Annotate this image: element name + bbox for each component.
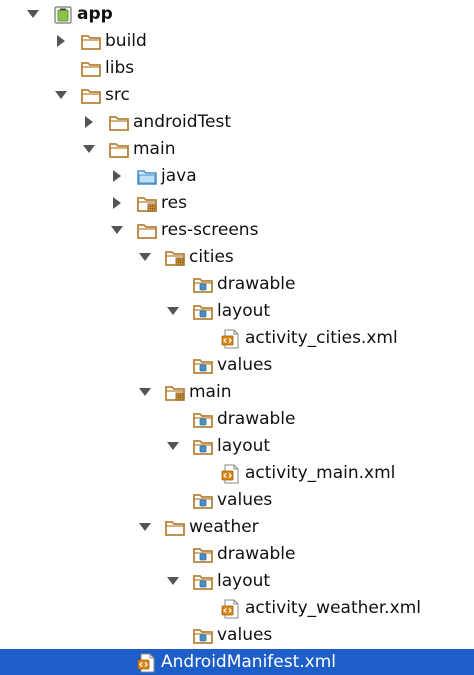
resource-subfolder-icon xyxy=(192,302,214,322)
expand-arrow-down-icon[interactable] xyxy=(138,250,152,264)
expand-arrow-down-icon[interactable] xyxy=(54,88,68,102)
tree-item-label: drawable xyxy=(217,409,296,429)
resource-subfolder-icon xyxy=(192,275,214,295)
tree-row[interactable]: layout xyxy=(0,568,474,595)
tree-item-label: main xyxy=(133,139,176,159)
tree-row[interactable]: drawable xyxy=(0,271,474,298)
tree-item-label: weather xyxy=(189,517,259,537)
tree-item-label: layout xyxy=(217,436,271,456)
tree-item-label: res xyxy=(161,193,187,213)
resource-subfolder-icon xyxy=(192,356,214,376)
folder-icon xyxy=(164,518,186,538)
tree-row[interactable]: androidTest xyxy=(0,109,474,136)
tree-row[interactable]: layout xyxy=(0,433,474,460)
expand-arrow-down-icon[interactable] xyxy=(166,439,180,453)
tree-row[interactable]: main xyxy=(0,379,474,406)
tree-row[interactable]: activity_cities.xml xyxy=(0,325,474,352)
source-folder-icon xyxy=(136,167,158,187)
tree-row[interactable]: app xyxy=(0,1,474,28)
resource-folder-icon xyxy=(164,383,186,403)
resource-subfolder-icon xyxy=(192,626,214,646)
tree-row[interactable]: weather xyxy=(0,514,474,541)
tree-row[interactable]: main xyxy=(0,136,474,163)
tree-row[interactable]: activity_main.xml xyxy=(0,460,474,487)
resource-folder-icon xyxy=(136,194,158,214)
tree-row[interactable]: drawable xyxy=(0,541,474,568)
tree-row[interactable]: cities xyxy=(0,244,474,271)
xml-file-icon xyxy=(220,599,242,619)
tree-row[interactable]: java xyxy=(0,163,474,190)
folder-icon xyxy=(136,221,158,241)
tree-row[interactable]: AndroidManifest.xml xyxy=(0,649,474,675)
tree-item-label: java xyxy=(161,166,197,186)
folder-icon xyxy=(108,113,130,133)
tree-item-label: build xyxy=(105,31,147,51)
tree-row[interactable]: layout xyxy=(0,298,474,325)
tree-item-label: res-screens xyxy=(161,220,259,240)
expand-arrow-right-icon[interactable] xyxy=(110,169,124,183)
xml-file-icon xyxy=(220,464,242,484)
tree-item-label: androidTest xyxy=(133,112,231,132)
resource-subfolder-icon xyxy=(192,410,214,430)
resource-subfolder-icon xyxy=(192,545,214,565)
folder-icon xyxy=(108,140,130,160)
tree-row[interactable]: res-screens xyxy=(0,217,474,244)
expand-arrow-right-icon[interactable] xyxy=(110,196,124,210)
expand-arrow-right-icon[interactable] xyxy=(54,34,68,48)
tree-item-label: layout xyxy=(217,301,271,321)
tree-row[interactable]: res xyxy=(0,190,474,217)
tree-item-label: activity_cities.xml xyxy=(245,328,398,348)
tree-row[interactable]: src xyxy=(0,82,474,109)
tree-item-label: cities xyxy=(189,247,234,267)
expand-arrow-down-icon[interactable] xyxy=(166,574,180,588)
tree-row[interactable]: drawable xyxy=(0,406,474,433)
tree-row[interactable]: values xyxy=(0,487,474,514)
tree-item-label: values xyxy=(217,490,273,510)
expand-arrow-down-icon[interactable] xyxy=(138,520,152,534)
tree-item-label: libs xyxy=(105,58,135,78)
tree-item-label: activity_weather.xml xyxy=(245,598,422,618)
manifest-file-icon xyxy=(136,653,158,673)
tree-item-label: drawable xyxy=(217,274,296,294)
resource-folder-icon xyxy=(164,248,186,268)
resource-subfolder-icon xyxy=(192,437,214,457)
folder-icon xyxy=(80,32,102,52)
expand-arrow-down-icon[interactable] xyxy=(110,223,124,237)
tree-item-label: src xyxy=(105,85,130,105)
tree-row[interactable]: activity_weather.xml xyxy=(0,595,474,622)
tree-item-label: values xyxy=(217,355,273,375)
folder-icon xyxy=(80,59,102,79)
expand-arrow-down-icon[interactable] xyxy=(82,142,96,156)
tree-row[interactable]: values xyxy=(0,622,474,649)
expand-arrow-down-icon[interactable] xyxy=(138,385,152,399)
tree-row[interactable]: values xyxy=(0,352,474,379)
tree-item-label: drawable xyxy=(217,544,296,564)
expand-arrow-down-icon[interactable] xyxy=(166,304,180,318)
tree-item-label: main xyxy=(189,382,232,402)
resource-subfolder-icon xyxy=(192,572,214,592)
expand-arrow-down-icon[interactable] xyxy=(26,7,40,21)
tree-row[interactable]: build xyxy=(0,28,474,55)
folder-icon xyxy=(80,86,102,106)
project-tree: app build libs src androidTest main java res res… xyxy=(0,0,474,675)
android-module-icon xyxy=(52,5,74,25)
tree-item-label: layout xyxy=(217,571,271,591)
xml-file-icon xyxy=(220,329,242,349)
tree-item-label: app xyxy=(77,4,113,24)
tree-item-label: activity_main.xml xyxy=(245,463,396,483)
tree-item-label: AndroidManifest.xml xyxy=(161,652,337,672)
tree-row[interactable]: libs xyxy=(0,55,474,82)
expand-arrow-right-icon[interactable] xyxy=(82,115,96,129)
resource-subfolder-icon xyxy=(192,491,214,511)
tree-item-label: values xyxy=(217,625,273,645)
